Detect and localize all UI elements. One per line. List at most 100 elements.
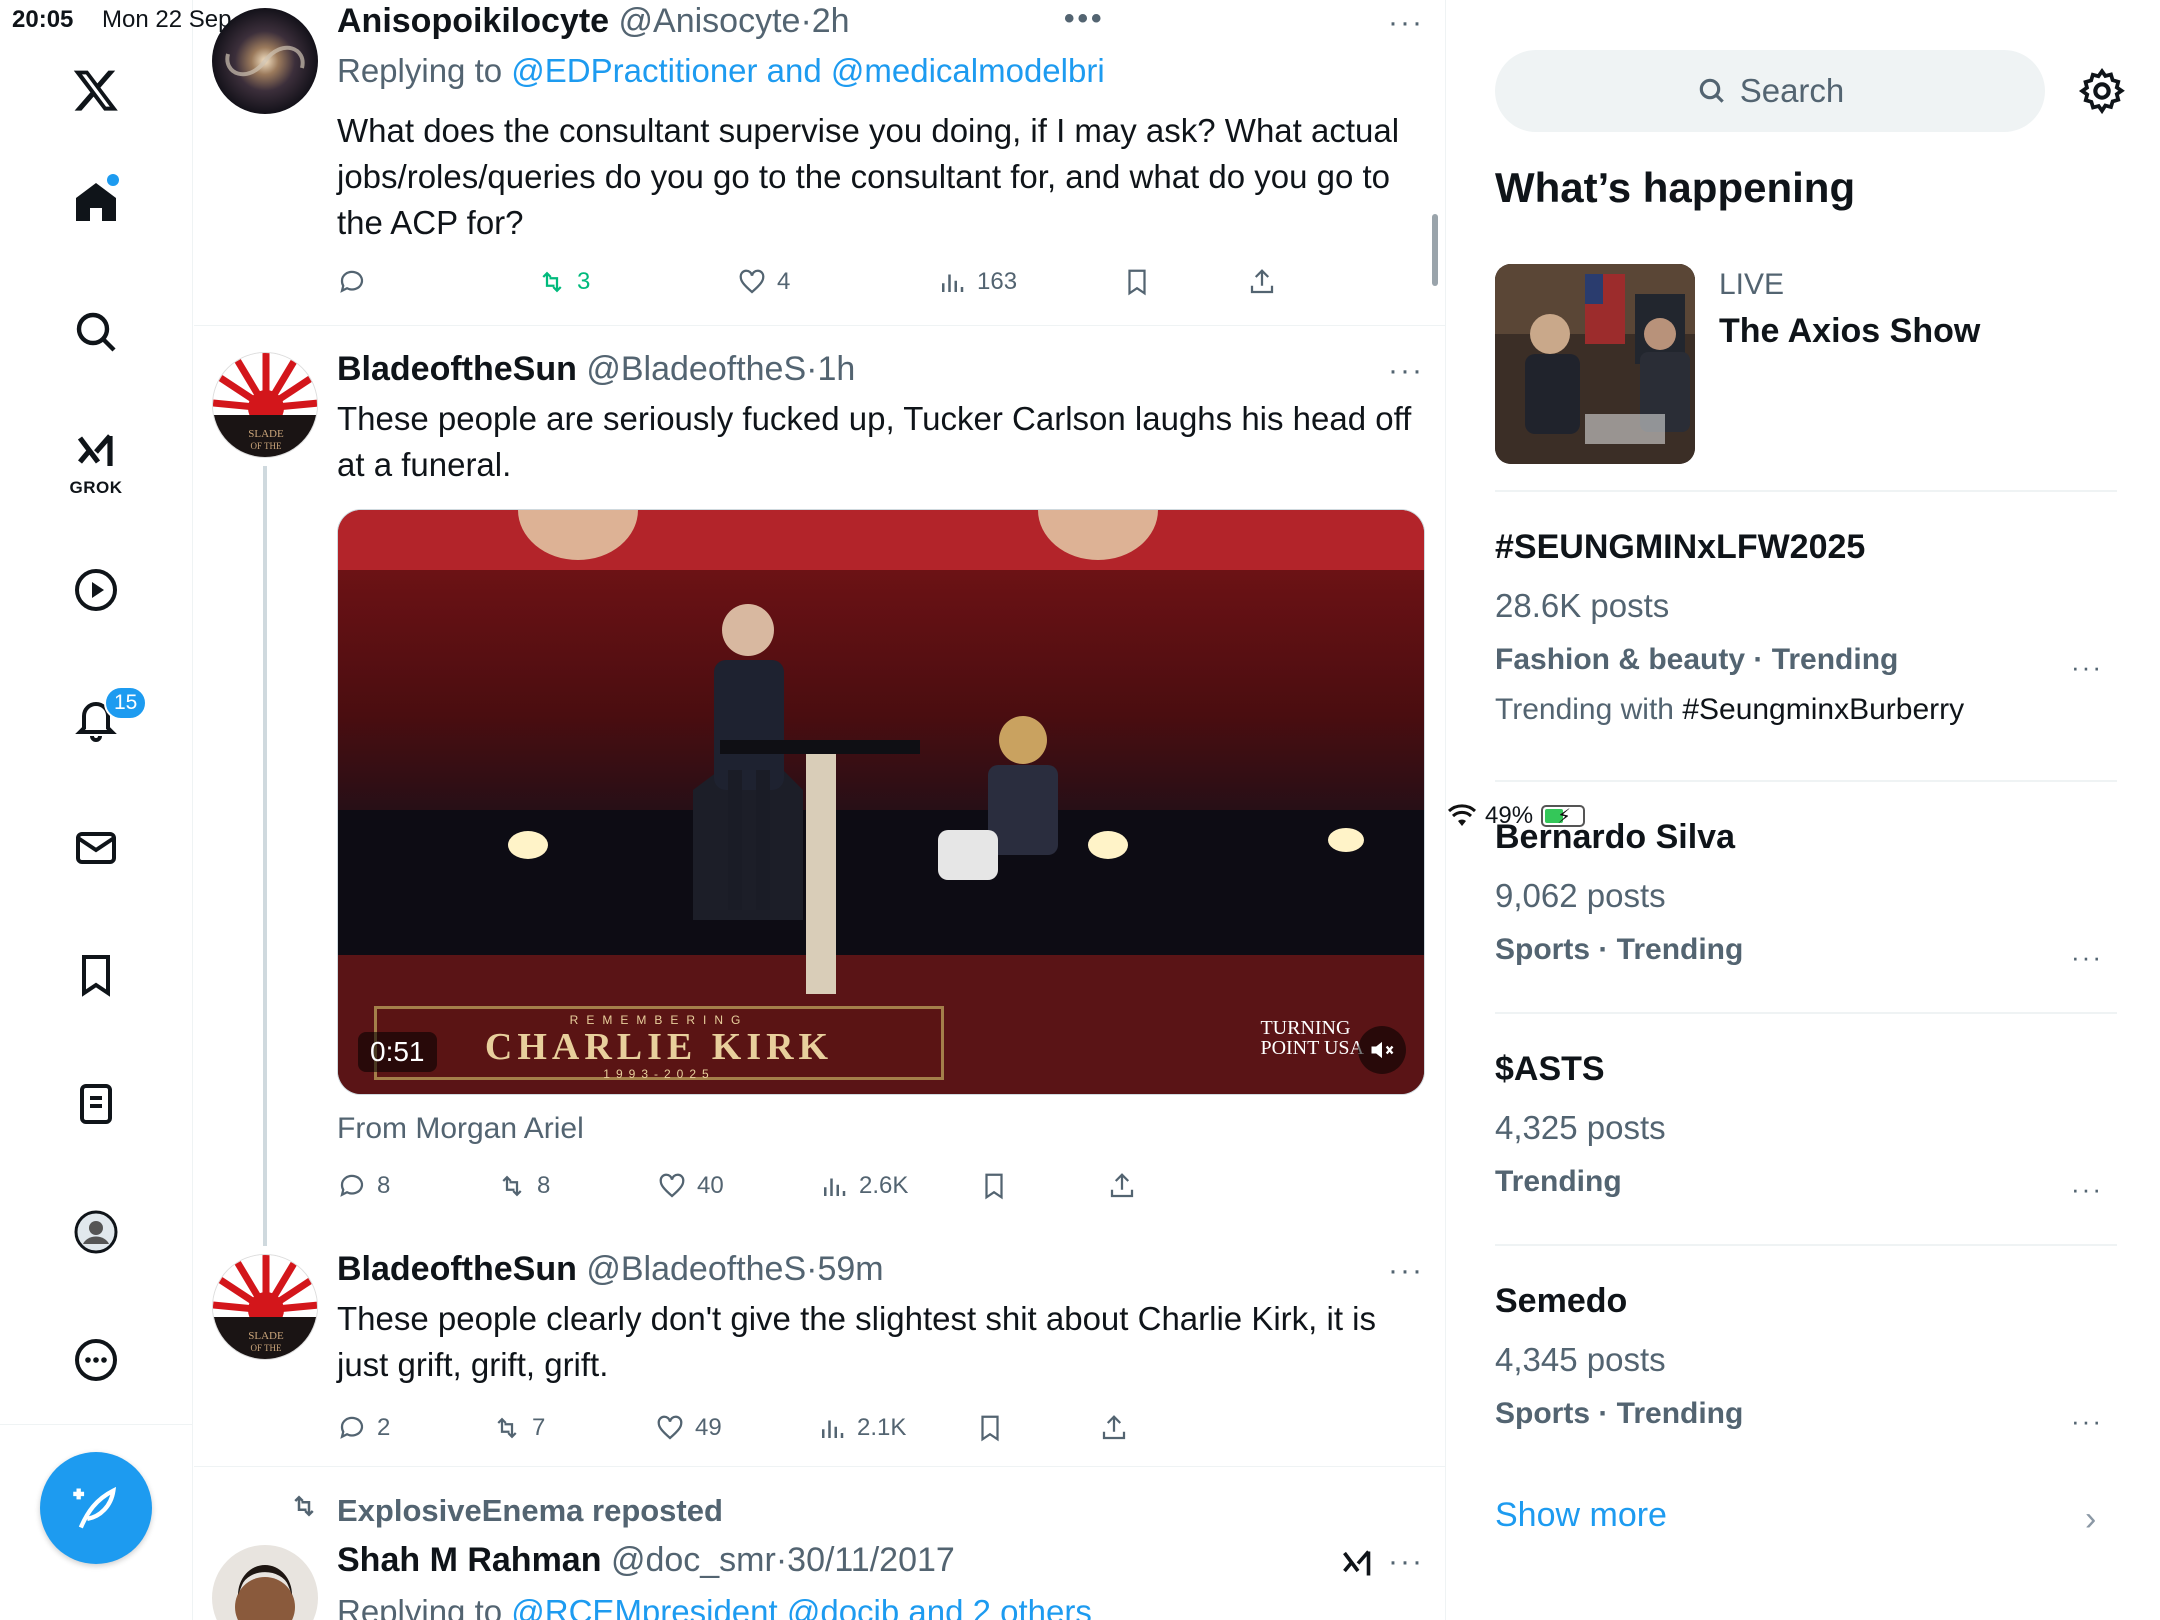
scrollbar-thumb[interactable] — [1432, 214, 1438, 286]
status-right: 49% ⚡ — [1447, 6, 2160, 1620]
video-caption-banner: REMEMBERING CHARLIE KIRK 1993-2025 — [374, 1006, 944, 1081]
replying-to-links[interactable]: @EDPractitioner and @medicalmodelbri — [511, 52, 1104, 89]
views-button[interactable]: 163 — [937, 262, 1017, 302]
tweet-more-icon[interactable]: ··· — [1388, 354, 1424, 388]
like-button[interactable]: 4 — [737, 262, 790, 302]
reply-button[interactable]: 8 — [337, 1166, 390, 1206]
repost-icon — [502, 1175, 522, 1197]
bookmark-icon — [981, 1415, 999, 1442]
wifi-icon — [1447, 804, 1477, 826]
repost-button[interactable]: 7 — [492, 1408, 545, 1448]
tweet-shah-rahman[interactable]: ExplosiveEnema reposted Shah M Rahman @d… — [194, 1467, 1445, 1620]
more-options-icon[interactable] — [56, 1320, 136, 1400]
status-date: Mon 22 Sep — [102, 6, 232, 33]
reply-button[interactable]: 2 — [337, 1408, 390, 1448]
bookmarks-icon[interactable] — [56, 935, 136, 1015]
home-unread-dot — [107, 174, 119, 186]
media-source[interactable]: From Morgan Ariel — [337, 1112, 584, 1146]
repost-button[interactable]: 3 — [537, 262, 590, 302]
grok-icon[interactable] — [1340, 1547, 1376, 1583]
like-button[interactable]: 40 — [657, 1166, 724, 1206]
video-play-icon[interactable] — [56, 550, 136, 630]
author-name[interactable]: Shah M Rahman — [337, 1541, 601, 1579]
svg-text:OF THE: OF THE — [250, 441, 282, 451]
views-bar-icon — [942, 274, 964, 292]
like-count: 49 — [695, 1414, 722, 1441]
status-time: 20:05 — [12, 6, 74, 33]
author-handle[interactable]: @BladeoftheS — [586, 1250, 806, 1288]
views-button[interactable]: 2.1K — [817, 1408, 906, 1448]
tweet-header: BladeoftheSun @BladeoftheS·59m — [337, 1250, 884, 1288]
replying-to: Replying to @RCEMpresident @docjb and 2 … — [337, 1593, 1092, 1620]
mute-button[interactable] — [1358, 1026, 1406, 1074]
avatar-shah-rahman[interactable] — [212, 1545, 318, 1620]
notifications-badge: 15 — [104, 686, 148, 720]
views-count: 2.1K — [857, 1414, 907, 1441]
like-button[interactable]: 49 — [655, 1408, 722, 1448]
replying-to: Replying to @EDPractitioner and @medical… — [337, 52, 1105, 89]
messages-envelope-icon[interactable] — [56, 808, 136, 888]
replying-to-links[interactable]: @RCEMpresident @docjb and 2 others — [511, 1593, 1092, 1620]
compose-post-button[interactable] — [40, 1452, 152, 1564]
bookmark-button[interactable] — [979, 1166, 1009, 1206]
author-handle[interactable]: @BladeoftheS — [586, 350, 806, 388]
timeline[interactable]: Anisopoikilocyte @Anisocyte·2h ••• ··· R… — [194, 0, 1446, 1620]
author-name[interactable]: BladeoftheSun — [337, 350, 577, 388]
explore-search-icon[interactable] — [56, 292, 136, 372]
views-bar-icon — [822, 1420, 844, 1438]
x-logo-icon[interactable] — [56, 50, 136, 130]
tweet-time[interactable]: 1h — [817, 350, 855, 388]
repost-count: 7 — [532, 1414, 546, 1441]
battery-percent: 49% — [1485, 802, 1534, 829]
tpusa-logo: TURNING POINT USA — [1260, 1017, 1364, 1059]
svg-text:SLADE: SLADE — [248, 1330, 284, 1342]
tweet-actions: 3 4 163 — [337, 262, 1337, 302]
bookmark-button[interactable] — [1122, 262, 1152, 302]
svg-text:SLADE: SLADE — [248, 428, 284, 440]
tweet-more-icon[interactable]: ··· — [1388, 1545, 1424, 1579]
tweet-time[interactable]: 30/11/2017 — [787, 1541, 955, 1579]
like-count: 4 — [777, 268, 791, 295]
views-count: 2.6K — [859, 1172, 909, 1199]
video-player[interactable]: REMEMBERING CHARLIE KIRK 1993-2025 TURNI… — [337, 509, 1425, 1095]
svg-text:OF THE: OF THE — [250, 1343, 282, 1353]
repost-icon — [542, 271, 562, 293]
share-button[interactable] — [1247, 262, 1277, 302]
tweet-anisocyte[interactable]: Anisopoikilocyte @Anisocyte·2h ••• ··· R… — [194, 0, 1445, 325]
repost-label[interactable]: ExplosiveEnema reposted — [337, 1493, 723, 1529]
tweet-header: BladeoftheSun @BladeoftheS·1h — [337, 350, 856, 388]
profile-avatar-icon[interactable] — [56, 1192, 136, 1272]
tweet-text: These people are seriously fucked up, Tu… — [337, 400, 1412, 483]
tweet-more-icon[interactable]: ··· — [1388, 1254, 1424, 1288]
avatar-blade-of-the-sun[interactable]: SLADE OF THE — [212, 352, 318, 458]
reply-icon — [340, 1174, 364, 1197]
tweet-text: What does the consultant supervise you d… — [337, 112, 1400, 241]
tweet-actions: 8 8 40 2.6K — [337, 1166, 1337, 1206]
tweet-time[interactable]: 59m — [817, 1250, 883, 1288]
left-nav: GROK 15 — [0, 0, 193, 1620]
share-button[interactable] — [1099, 1408, 1129, 1448]
tweet-bladeofthesun-video[interactable]: SLADE OF THE BladeoftheSun @BladeoftheS·… — [194, 326, 1445, 1246]
tweet-text: These people clearly don't give the slig… — [337, 1300, 1377, 1383]
heart-icon — [739, 269, 765, 294]
share-icon — [1250, 269, 1274, 294]
bookmark-button[interactable] — [975, 1408, 1005, 1448]
lists-icon[interactable] — [56, 1064, 136, 1144]
heart-icon — [657, 1415, 683, 1440]
share-icon — [1110, 1173, 1134, 1198]
home-icon[interactable] — [56, 162, 136, 242]
author-name[interactable]: BladeoftheSun — [337, 1250, 577, 1288]
reply-count: 2 — [377, 1414, 391, 1441]
repost-icon — [497, 1417, 517, 1439]
author-handle[interactable]: @doc_smr — [611, 1541, 776, 1579]
share-icon — [1102, 1415, 1126, 1440]
share-button[interactable] — [1107, 1166, 1137, 1206]
avatar-blade-of-the-sun[interactable]: SLADE OF THE — [212, 1254, 318, 1360]
reply-button[interactable] — [337, 262, 367, 302]
tweet-header: Shah M Rahman @doc_smr·30/11/2017 — [337, 1541, 955, 1579]
tweet-bladeofthesun-text[interactable]: SLADE OF THE BladeoftheSun @BladeoftheS·… — [194, 1226, 1445, 1466]
repost-button[interactable]: 8 — [497, 1166, 550, 1206]
views-button[interactable]: 2.6K — [819, 1166, 908, 1206]
tweet-actions: 2 7 49 2.1K — [337, 1408, 1337, 1448]
heart-icon — [659, 1173, 685, 1198]
